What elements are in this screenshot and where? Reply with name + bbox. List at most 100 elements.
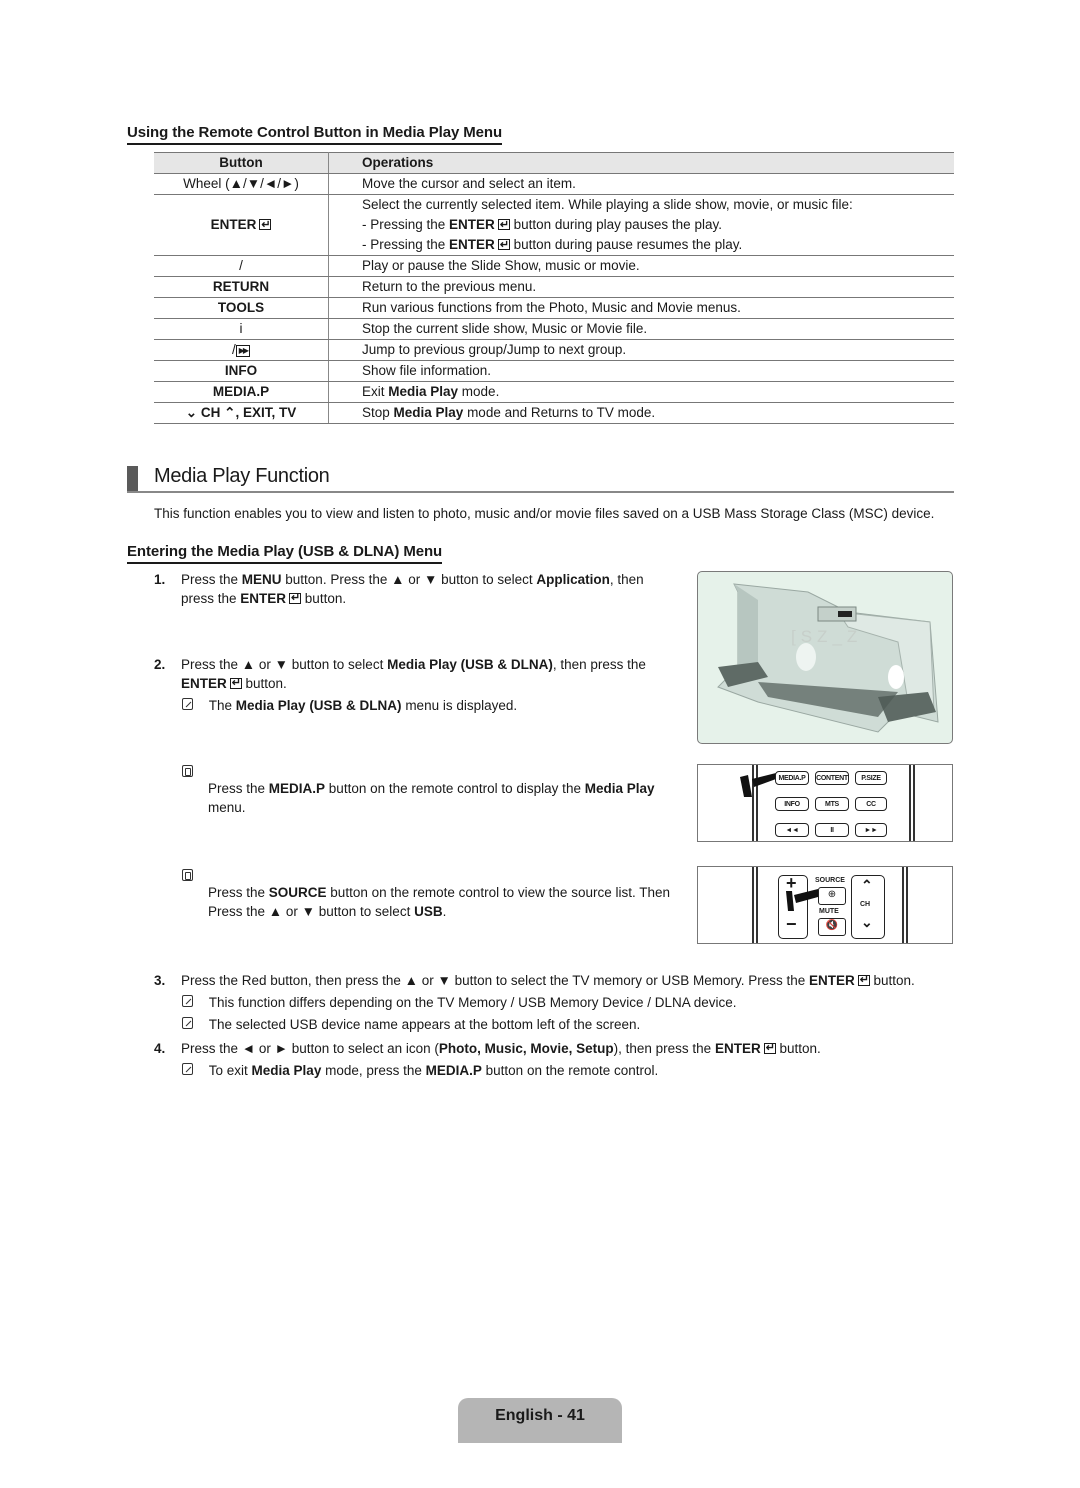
step-text: press the	[181, 591, 241, 606]
note-text: To exit	[208, 1063, 252, 1078]
table-row: / Play or pause the Slide Show, music or…	[154, 255, 954, 277]
table-row: TOOLS Run various functions from the Pho…	[154, 297, 954, 319]
button-cell: MEDIA.P	[154, 381, 329, 403]
step-number: 1.	[154, 572, 166, 587]
remote-edge	[909, 765, 911, 841]
ops-bold: ENTER	[449, 217, 495, 232]
note-bold: MEDIA.P	[425, 1063, 482, 1078]
step-bold: ENTER	[240, 591, 287, 606]
table-row: i Stop the current slide show, Music or …	[154, 318, 954, 340]
step-4: 4. Press the ◄ or ► button to select an …	[154, 1039, 954, 1080]
tip-text: .	[442, 904, 447, 919]
button-cell: /	[154, 255, 329, 277]
tip-text: Press the ▲ or ▼ button to select	[208, 904, 415, 919]
ops-cell: Select the currently selected item. Whil…	[362, 197, 853, 212]
button-label: ENTER	[210, 217, 257, 232]
step-text: , then press the	[552, 657, 646, 672]
remote-illustration-source: + − SOURCE ⊕ MUTE 🔇 ⌃ CH ⌄	[697, 866, 953, 944]
button-label: , EXIT, TV	[235, 405, 297, 420]
button-cell: ⌄ CH ⌃, EXIT, TV	[154, 402, 329, 424]
step-text: button.	[869, 973, 915, 988]
mute-label: MUTE	[819, 908, 839, 915]
remote-edge	[913, 765, 915, 841]
source-label: SOURCE	[815, 877, 845, 884]
step-text: , then	[609, 572, 644, 587]
step-note: This function differs depending on the T…	[182, 993, 954, 1012]
psize-button: P.SIZE	[855, 771, 887, 785]
button-label: CH	[200, 405, 221, 420]
note-icon	[182, 1063, 193, 1075]
ops-cell: - Pressing the ENTER button during pause…	[328, 235, 954, 256]
ops-bold: Media Play	[388, 384, 459, 399]
content-button: CONTENT	[815, 771, 849, 785]
button-cell: ENTER	[154, 194, 329, 256]
table-row: MEDIA.P Exit Media Play mode.	[154, 381, 954, 403]
ops-bold: Media Play	[393, 405, 464, 420]
step-text: button.	[301, 591, 347, 606]
note-bold: Media Play	[251, 1063, 322, 1078]
ops-text: mode.	[458, 384, 500, 399]
ops-cell: Move the cursor and select an item.	[328, 173, 954, 195]
enter-icon	[497, 235, 510, 255]
button-cell: / ▶▶	[154, 339, 329, 361]
table-row: INFO Show file information.	[154, 360, 954, 382]
enter-icon	[857, 971, 870, 990]
note-bold: Media Play (USB & DLNA)	[235, 698, 402, 713]
step-text: Press the ▲ or ▼ button to select	[181, 657, 388, 672]
tip-mediap: Press the MEDIA.P button on the remote c…	[182, 760, 672, 817]
button-cell: i	[154, 318, 329, 340]
note-icon	[182, 995, 193, 1007]
note-text: button on the remote control.	[481, 1063, 659, 1078]
page-number-tab: English - 41	[458, 1398, 622, 1443]
step-bold: ENTER	[809, 973, 855, 988]
ops-text: mode and Returns to TV mode.	[463, 405, 656, 420]
remote-button-table: Button Operations Wheel (▲/▼/◄/►) Move t…	[154, 152, 954, 424]
volume-down-label: −	[786, 914, 797, 934]
step-text: button.	[775, 1041, 821, 1056]
rewind-button: ◄◄	[775, 823, 809, 837]
step-text: ), then press the	[613, 1041, 715, 1056]
ops-text: - Pressing the	[362, 237, 450, 252]
step-note: To exit Media Play mode, press the MEDIA…	[182, 1061, 954, 1080]
ch-label: CH	[860, 901, 871, 908]
step-text: button. Press the ▲ or ▼ button to selec…	[281, 572, 537, 587]
tip-bold: MEDIA.P	[268, 781, 326, 796]
step-number: 4.	[154, 1041, 166, 1056]
enter-icon	[763, 1039, 776, 1058]
header-operations: Operations	[328, 152, 954, 174]
chevron-up-icon: ⌃	[224, 405, 236, 420]
tip-text: button on the remote control to display …	[325, 781, 585, 796]
step-text: Press the ◄ or ► button to select an ico…	[181, 1041, 439, 1056]
mediap-button: MEDIA.P	[775, 771, 809, 785]
channel-rocker: ⌃ CH ⌄	[851, 875, 885, 939]
chevron-down-icon: ⌄	[185, 405, 198, 420]
step-text: Press the Red button, then press the ▲ o…	[181, 973, 809, 988]
remote-hand-icon	[182, 765, 193, 777]
enter-icon	[497, 215, 510, 235]
note-icon	[182, 698, 193, 710]
table-row: RETURN Return to the previous menu.	[154, 276, 954, 298]
tip-text: button on the remote control to view the…	[326, 885, 670, 900]
tip-text: Press the	[208, 885, 269, 900]
note-text: The	[208, 698, 236, 713]
enter-icon	[229, 674, 242, 693]
section-title: Media Play Function	[154, 465, 330, 487]
button-cell: Wheel (▲/▼/◄/►)	[154, 173, 329, 195]
table-row: ⌄ CH ⌃, EXIT, TV Stop Media Play mode an…	[154, 402, 954, 424]
media-play-screenshot: [SZ_Z	[697, 571, 953, 744]
ops-cell: - Pressing the ENTER button during play …	[329, 215, 955, 235]
chevron-down-icon: ⌄	[861, 914, 873, 930]
tip-bold: SOURCE	[268, 885, 327, 900]
step-bold: Application	[536, 572, 610, 587]
mts-button: MTS	[815, 797, 849, 811]
table-row: Wheel (▲/▼/◄/►) Move the cursor and sele…	[154, 173, 954, 195]
fast-forward-button: ►►	[855, 823, 887, 837]
entering-subheading: Entering the Media Play (USB & DLNA) Men…	[127, 543, 442, 564]
fast-forward-icon: ▶▶	[235, 345, 251, 357]
ops-text: button during play pauses the play.	[509, 217, 722, 232]
note-icon	[182, 1017, 193, 1029]
tip-text: Press the	[208, 781, 269, 796]
step-note: The Media Play (USB & DLNA) menu is disp…	[182, 696, 674, 715]
tip-source: Press the SOURCE button on the remote co…	[182, 864, 692, 921]
step-text: button.	[241, 676, 287, 691]
